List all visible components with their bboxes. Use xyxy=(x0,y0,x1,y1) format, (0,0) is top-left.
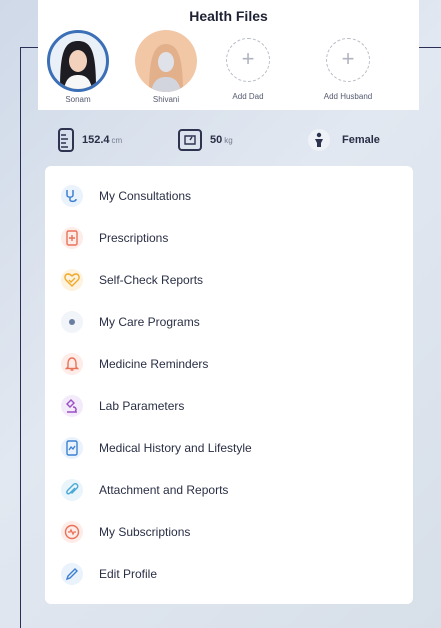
page-title: Health Files xyxy=(189,8,268,24)
care-program-icon xyxy=(61,311,83,333)
frame-line xyxy=(419,47,441,48)
menu-item-my-subscriptions[interactable]: My Subscriptions xyxy=(45,512,413,552)
subscription-icon xyxy=(61,521,83,543)
pencil-icon xyxy=(61,563,83,585)
menu-label: My Consultations xyxy=(99,189,192,203)
menu-item-my-consultations[interactable]: My Consultations xyxy=(45,176,413,216)
menu-label: Edit Profile xyxy=(99,567,158,581)
menu-label: Attachment and Reports xyxy=(99,483,229,497)
woman-avatar-icon xyxy=(60,41,96,89)
menu-item-lab-parameters[interactable]: Lab Parameters xyxy=(45,386,413,426)
menu-label: My Subscriptions xyxy=(99,525,191,539)
menu-label: Self-Check Reports xyxy=(99,273,204,287)
add-dad-button[interactable]: + Add Dad xyxy=(213,30,283,101)
ruler-icon xyxy=(58,128,74,152)
add-profile-icon: + xyxy=(326,38,370,82)
menu-item-prescriptions[interactable]: Prescriptions xyxy=(45,218,413,258)
height-unit: cm xyxy=(111,135,123,145)
weight-unit: kg xyxy=(224,135,233,145)
add-husband-button[interactable]: + Add Husband xyxy=(313,30,383,101)
menu-item-medical-history[interactable]: Medical History and Lifestyle xyxy=(45,428,413,468)
menu-label: My Care Programs xyxy=(99,315,200,329)
avatar xyxy=(47,30,109,92)
stethoscope-icon xyxy=(61,185,83,207)
avatar xyxy=(135,30,197,92)
menu-label: Medical History and Lifestyle xyxy=(99,441,252,455)
profile-sonam[interactable]: Sonam xyxy=(43,30,113,104)
stats-row: 152.4 cm 50 kg Female xyxy=(38,120,419,160)
gender-value: Female xyxy=(342,134,380,146)
profile-name: Add Dad xyxy=(232,92,264,101)
menu-item-my-care-programs[interactable]: My Care Programs xyxy=(45,302,413,342)
menu-card: My Consultations Prescriptions Self-Chec… xyxy=(45,166,413,604)
profile-name: Shivani xyxy=(152,95,180,104)
prescription-icon xyxy=(61,227,83,249)
chart-file-icon xyxy=(61,437,83,459)
profile-name: Sonam xyxy=(65,95,91,104)
menu-item-edit-profile[interactable]: Edit Profile xyxy=(45,554,413,594)
weight-value: 50 xyxy=(210,134,223,146)
paperclip-icon xyxy=(61,479,83,501)
profile-name: Add Husband xyxy=(323,92,373,101)
female-icon xyxy=(308,129,330,151)
scale-icon xyxy=(178,129,202,151)
bell-icon xyxy=(61,353,83,375)
menu-label: Prescriptions xyxy=(99,231,169,245)
profiles-header: Health Files Sonam Shivani + Add Dad + A… xyxy=(38,0,419,110)
menu-item-medicine-reminders[interactable]: Medicine Reminders xyxy=(45,344,413,384)
menu-item-attachments[interactable]: Attachment and Reports xyxy=(45,470,413,510)
height-stat: 152.4 cm xyxy=(58,128,122,152)
weight-stat: 50 kg xyxy=(178,128,233,152)
gender-stat: Female xyxy=(308,128,380,152)
height-value: 152.4 xyxy=(82,134,110,146)
microscope-icon xyxy=(61,395,83,417)
heart-check-icon xyxy=(61,269,83,291)
profile-shivani[interactable]: Shivani xyxy=(131,30,201,104)
add-profile-icon: + xyxy=(226,38,270,82)
menu-label: Lab Parameters xyxy=(99,399,185,413)
frame-line xyxy=(20,47,21,628)
menu-item-self-check-reports[interactable]: Self-Check Reports xyxy=(45,260,413,300)
menu-label: Medicine Reminders xyxy=(99,357,209,371)
woman-avatar-icon xyxy=(149,44,183,92)
frame-line xyxy=(20,47,38,48)
